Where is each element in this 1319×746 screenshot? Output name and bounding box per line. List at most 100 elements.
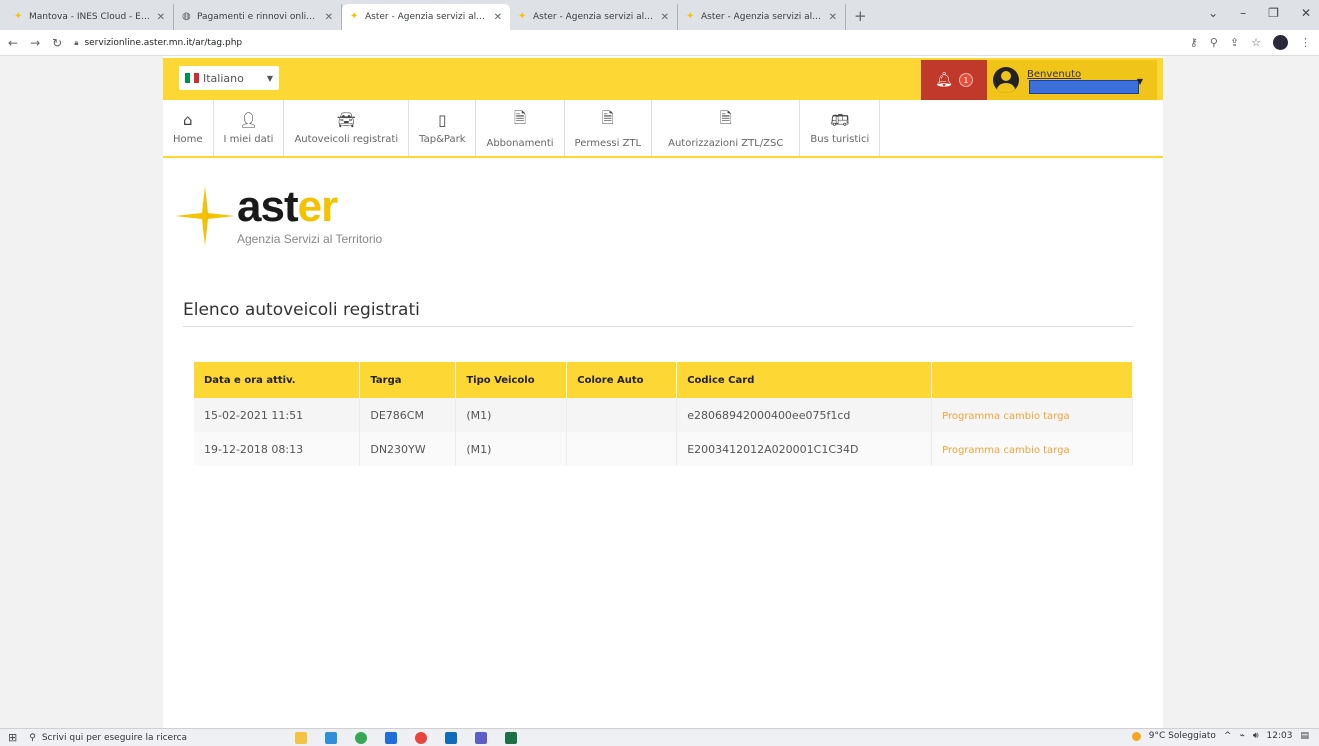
system-tray: 9°C Soleggiato ^ ⌁ 🔊︎ 12:03 ▤: [1131, 731, 1309, 741]
document-icon: 🗎︎: [513, 108, 527, 127]
browser-tab[interactable]: ◍ Pagamenti e rinnovi online & sm ✕: [174, 4, 342, 30]
reload-icon[interactable]: ↻: [52, 36, 62, 50]
network-icon[interactable]: ⌁: [1239, 731, 1244, 741]
nav-label: I miei dati: [223, 134, 274, 145]
menu-icon[interactable]: ⋮: [1300, 36, 1311, 49]
nav-ztl-permits[interactable]: 🗎︎ Permessi ZTL: [565, 100, 653, 156]
bookmark-star-icon[interactable]: ☆: [1251, 36, 1261, 49]
windows-start-icon[interactable]: ⊞: [8, 731, 17, 744]
url-field[interactable]: 🔒︎ servizionline.aster.mn.it/ar/tag.php: [74, 38, 242, 48]
logo-wordmark: aster: [237, 182, 339, 231]
language-label: Italiano: [203, 71, 244, 85]
share-icon[interactable]: ⇪: [1230, 36, 1239, 49]
divider: [183, 326, 1133, 327]
favicon-icon: ✦: [350, 11, 359, 22]
cell-type: (M1): [455, 432, 568, 466]
browser-tab[interactable]: ✦ Aster - Agenzia servizi al territor ✕: [510, 4, 678, 30]
caret-down-icon: ▼: [266, 73, 273, 83]
volume-icon[interactable]: 🔊︎: [1253, 731, 1259, 741]
tab-title: Aster - Agenzia servizi al territor: [701, 12, 823, 22]
nav-tourist-buses[interactable]: 🚌︎ Bus turistici: [800, 100, 881, 156]
language-selector[interactable]: Italiano ▼: [179, 66, 279, 90]
app-icon[interactable]: [415, 731, 428, 744]
lock-icon: 🔒︎: [74, 37, 79, 47]
new-tab-icon[interactable]: +: [854, 7, 867, 25]
teams-icon[interactable]: [475, 731, 488, 744]
app-icon[interactable]: [325, 731, 338, 744]
nav-label: Autorizzazioni ZTL/ZSC: [668, 137, 784, 149]
column-header: [931, 362, 1133, 398]
outlook-icon[interactable]: [445, 731, 458, 744]
page-title: Elenco autoveicoli registrati: [183, 300, 420, 320]
close-tab-icon[interactable]: ✕: [661, 12, 669, 23]
os-taskbar: ⊞ ⚲ Scrivi qui per eseguire la ricerca 9…: [0, 728, 1319, 746]
cell-card-code: e28068942000400ee075f1cd: [676, 398, 933, 432]
mobile-icon: ▯: [438, 111, 447, 129]
close-tab-icon[interactable]: ✕: [325, 12, 333, 23]
nav-ztl-zsc-authorizations[interactable]: 🗎︎ Autorizzazioni ZTL/ZSC: [652, 100, 801, 156]
notifications-tray-icon[interactable]: ▤: [1300, 731, 1309, 741]
weather-text[interactable]: 9°C Soleggiato: [1149, 731, 1216, 741]
close-window-icon[interactable]: ✕: [1301, 6, 1311, 20]
clock-text[interactable]: 12:03: [1267, 731, 1293, 741]
key-icon[interactable]: ⚷: [1190, 36, 1198, 49]
welcome-text[interactable]: Benvenuto: [1027, 69, 1081, 80]
nav-label: Permessi ZTL: [574, 137, 642, 149]
logo-subtitle: Agenzia Servizi al Territorio: [237, 232, 383, 246]
table-row: 19-12-2018 08:13 DN230YW (M1) E200341201…: [194, 432, 1133, 466]
tab-title: Aster - Agenzia servizi al territor: [533, 12, 655, 22]
browser-tab[interactable]: ✦ Aster - Agenzia servizi al territor ✕: [678, 4, 846, 30]
notifications-button[interactable]: 🔔︎ 1: [921, 60, 987, 100]
change-plate-link[interactable]: Programma cambio targa: [942, 445, 1070, 456]
caret-down-icon: ▼: [1136, 77, 1143, 86]
close-tab-icon[interactable]: ✕: [494, 12, 502, 23]
nav-tap-park[interactable]: ▯ Tap&Park: [409, 100, 477, 156]
nav-home[interactable]: ⌂ Home: [163, 100, 214, 156]
app-icon[interactable]: [385, 731, 398, 744]
change-plate-link[interactable]: Programma cambio targa: [942, 411, 1070, 422]
file-explorer-icon[interactable]: [295, 731, 308, 744]
cell-date: 15-02-2021 11:51: [194, 398, 361, 432]
bus-icon: 🚌︎: [830, 111, 850, 129]
taskbar-search[interactable]: ⚲ Scrivi qui per eseguire la ricerca: [29, 733, 239, 743]
minimize-icon[interactable]: –: [1240, 6, 1246, 20]
aster-logo: aster Agenzia Servizi al Territorio: [175, 184, 435, 254]
car-icon: 🚘︎: [336, 111, 356, 129]
user-icon: 👤︎: [238, 111, 259, 129]
browser-toolbar: ⚷ ⚲ ⇪ ☆ ⋮: [1190, 35, 1311, 50]
column-header: Codice Card: [676, 362, 933, 398]
chevron-up-icon[interactable]: ^: [1224, 731, 1232, 741]
nav-my-data[interactable]: 👤︎ I miei dati: [214, 100, 285, 156]
close-tab-icon[interactable]: ✕: [829, 12, 837, 23]
url-text: servizionline.aster.mn.it/ar/tag.php: [84, 37, 243, 48]
table-header-row: Data e ora attiv. Targa Tipo Veicolo Col…: [194, 362, 1133, 398]
cell-color: [566, 432, 678, 466]
document-icon: 🗎︎: [601, 108, 614, 127]
back-icon[interactable]: ←: [8, 36, 18, 50]
zoom-icon[interactable]: ⚲: [1210, 36, 1218, 49]
cell-card-code: E2003412012A020001C1C34D: [676, 432, 933, 466]
user-avatar-icon: [993, 67, 1019, 93]
nav-registered-vehicles[interactable]: 🚘︎ Autoveicoli registrati: [284, 100, 410, 156]
cell-action: Programma cambio targa: [931, 398, 1133, 432]
table-row: 15-02-2021 11:51 DE786CM (M1) e280689420…: [194, 398, 1133, 432]
forward-icon[interactable]: →: [30, 36, 40, 50]
site-topbar: Italiano ▼ 🔔︎ 1 Benvenuto ▼: [163, 58, 1163, 100]
italian-flag-icon: [185, 73, 200, 83]
excel-icon[interactable]: [505, 731, 518, 744]
tab-search-icon[interactable]: ⌄: [1208, 6, 1218, 20]
logo-part-yellow: er: [297, 182, 339, 231]
nav-subscriptions[interactable]: 🗎︎ Abbonamenti: [476, 100, 565, 156]
browser-tab-active[interactable]: ✦ Aster - Agenzia servizi al territor ✕: [342, 4, 510, 30]
nav-label: Bus turistici: [810, 134, 870, 145]
chrome-icon[interactable]: [355, 731, 368, 744]
profile-avatar[interactable]: [1273, 35, 1288, 50]
column-header: Tipo Veicolo: [455, 362, 568, 398]
cell-date: 19-12-2018 08:13: [194, 432, 361, 466]
restore-icon[interactable]: ❐: [1268, 6, 1279, 20]
close-tab-icon[interactable]: ✕: [157, 12, 165, 23]
logo-part-dark: ast: [237, 182, 299, 231]
user-menu[interactable]: Benvenuto ▼: [987, 60, 1157, 100]
browser-tab[interactable]: ✦ Mantova - INES Cloud - Elenco A ✕: [6, 4, 174, 30]
tab-title: Pagamenti e rinnovi online & sm: [197, 12, 319, 22]
